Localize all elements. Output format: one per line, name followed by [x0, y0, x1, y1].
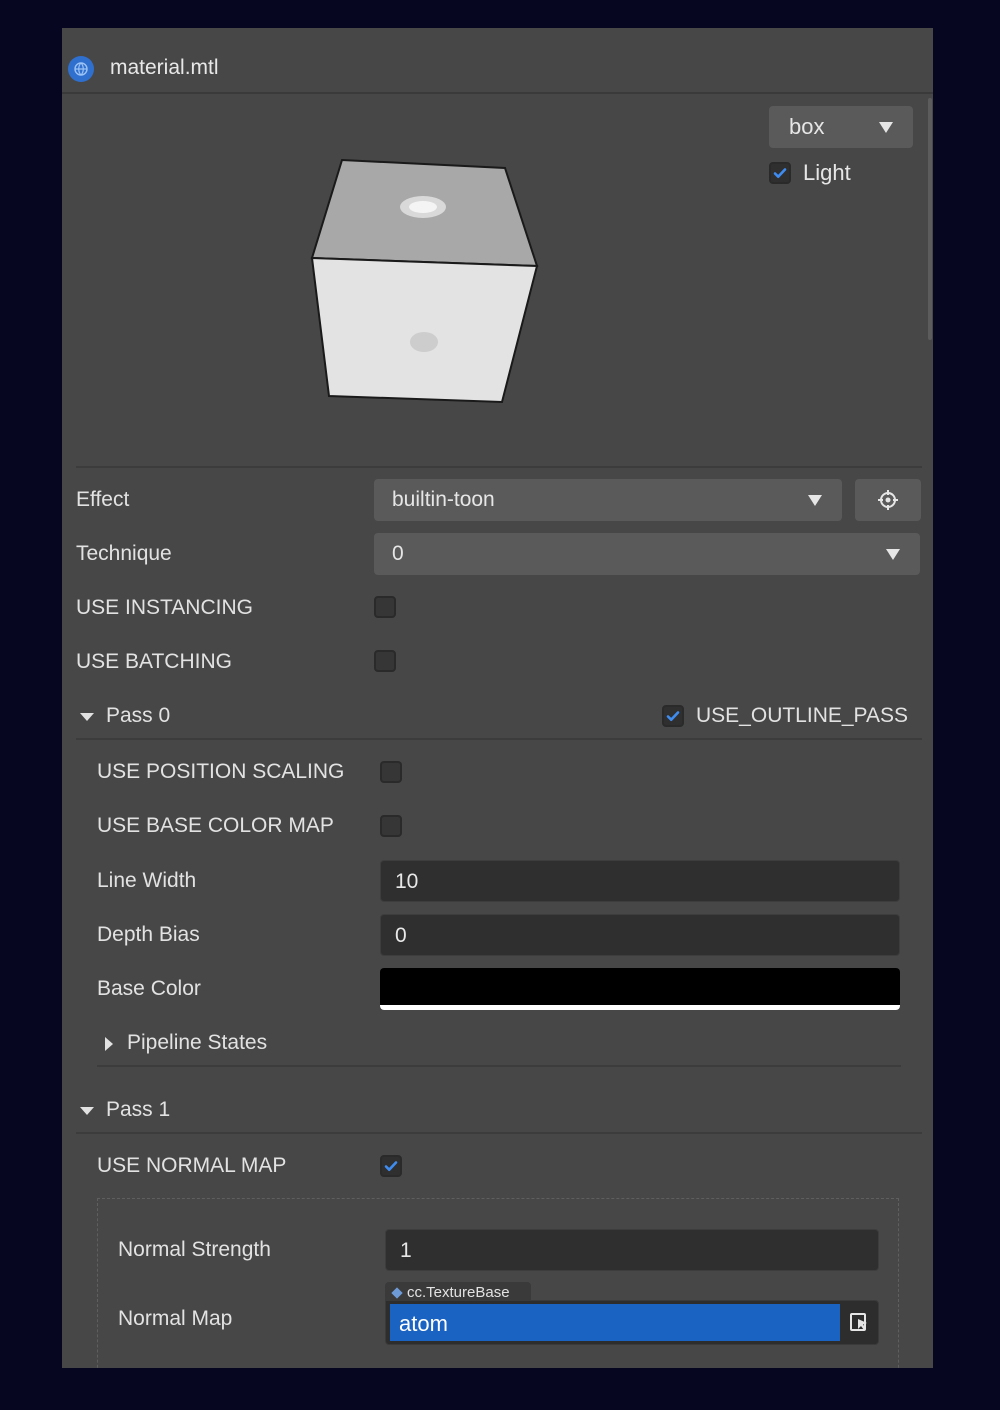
pipeline-states-header[interactable]: Pipeline States	[97, 1028, 397, 1062]
use-normal-map-label: USE NORMAL MAP	[97, 1154, 287, 1177]
caret-down-icon	[80, 1107, 94, 1115]
base-color-label: Base Color	[97, 977, 201, 1000]
use-batching-label: USE BATCHING	[76, 650, 232, 673]
preview-divider	[76, 466, 922, 468]
chevron-down-icon	[879, 122, 893, 133]
technique-value: 0	[392, 542, 404, 565]
check-icon	[666, 711, 680, 721]
use-position-scaling-checkbox[interactable]	[380, 761, 402, 783]
check-icon	[384, 1161, 398, 1171]
vertical-scrollbar[interactable]	[928, 98, 932, 340]
technique-select[interactable]: 0	[374, 533, 920, 575]
material-preview[interactable]: box Light	[62, 94, 928, 466]
use-normal-map-checkbox[interactable]	[380, 1155, 402, 1177]
window-title: material.mtl	[110, 56, 219, 79]
normal-map-asset-value: atom	[399, 1311, 448, 1336]
normal-map-label: Normal Map	[118, 1307, 233, 1330]
caret-down-icon	[80, 713, 94, 721]
depth-bias-value: 0	[395, 924, 407, 947]
pass1-label: Pass 1	[106, 1098, 171, 1121]
inspector-panel: material.mtl box Light Effect builtin-to…	[62, 28, 933, 1368]
use-instancing-checkbox[interactable]	[374, 596, 396, 618]
light-checkbox[interactable]	[769, 162, 791, 184]
use-instancing-label: USE INSTANCING	[76, 596, 253, 619]
asset-type-diamond-icon	[391, 1287, 403, 1299]
check-icon	[773, 168, 787, 178]
crosshair-icon	[878, 490, 898, 510]
technique-label: Technique	[76, 542, 172, 565]
pipeline-states-label: Pipeline States	[127, 1031, 268, 1054]
use-base-color-map-checkbox[interactable]	[380, 815, 402, 837]
pass0-body-divider	[97, 1065, 901, 1067]
caret-right-icon	[105, 1037, 113, 1051]
depth-bias-input[interactable]: 0	[380, 914, 900, 956]
normal-strength-value: 1	[400, 1239, 412, 1262]
effect-select[interactable]: builtin-toon	[374, 479, 842, 521]
effect-locate-button[interactable]	[855, 479, 921, 521]
base-color-swatch[interactable]	[380, 968, 900, 1010]
chevron-down-icon	[886, 549, 900, 560]
use-batching-checkbox[interactable]	[374, 650, 396, 672]
chevron-down-icon	[808, 495, 822, 506]
use-position-scaling-label: USE POSITION SCALING	[97, 760, 345, 783]
pass1-divider	[76, 1132, 922, 1134]
depth-bias-label: Depth Bias	[97, 923, 200, 946]
base-color-alpha-bar	[380, 1005, 900, 1010]
pass0-header[interactable]: Pass 0	[76, 700, 376, 734]
preview-mesh-value: box	[789, 114, 825, 139]
normal-map-asset-name[interactable]: atom	[390, 1304, 840, 1341]
normal-strength-label: Normal Strength	[118, 1238, 271, 1261]
title-bar: material.mtl	[62, 28, 933, 94]
outline-pass-label: USE_OUTLINE_PASS	[696, 704, 909, 727]
normal-strength-input[interactable]: 1	[385, 1229, 879, 1271]
asset-type-text: cc.TextureBase	[407, 1284, 510, 1301]
material-globe-icon	[68, 56, 94, 82]
line-width-value: 10	[395, 870, 419, 893]
preview-cube-mesh[interactable]	[302, 154, 542, 404]
pass1-header[interactable]: Pass 1	[76, 1094, 376, 1128]
effect-label: Effect	[76, 488, 130, 511]
use-base-color-map-label: USE BASE COLOR MAP	[97, 814, 334, 837]
preview-mesh-select[interactable]: box	[769, 106, 913, 148]
effect-value: builtin-toon	[392, 488, 495, 511]
light-label: Light	[803, 160, 851, 185]
outline-pass-checkbox[interactable]	[662, 705, 684, 727]
line-width-input[interactable]: 10	[380, 860, 900, 902]
pass0-divider	[76, 738, 922, 740]
line-width-label: Line Width	[97, 869, 197, 892]
pass0-label: Pass 0	[106, 704, 171, 727]
normal-map-asset-field[interactable]: atom	[385, 1300, 879, 1345]
locate-asset-icon[interactable]	[848, 1311, 872, 1335]
